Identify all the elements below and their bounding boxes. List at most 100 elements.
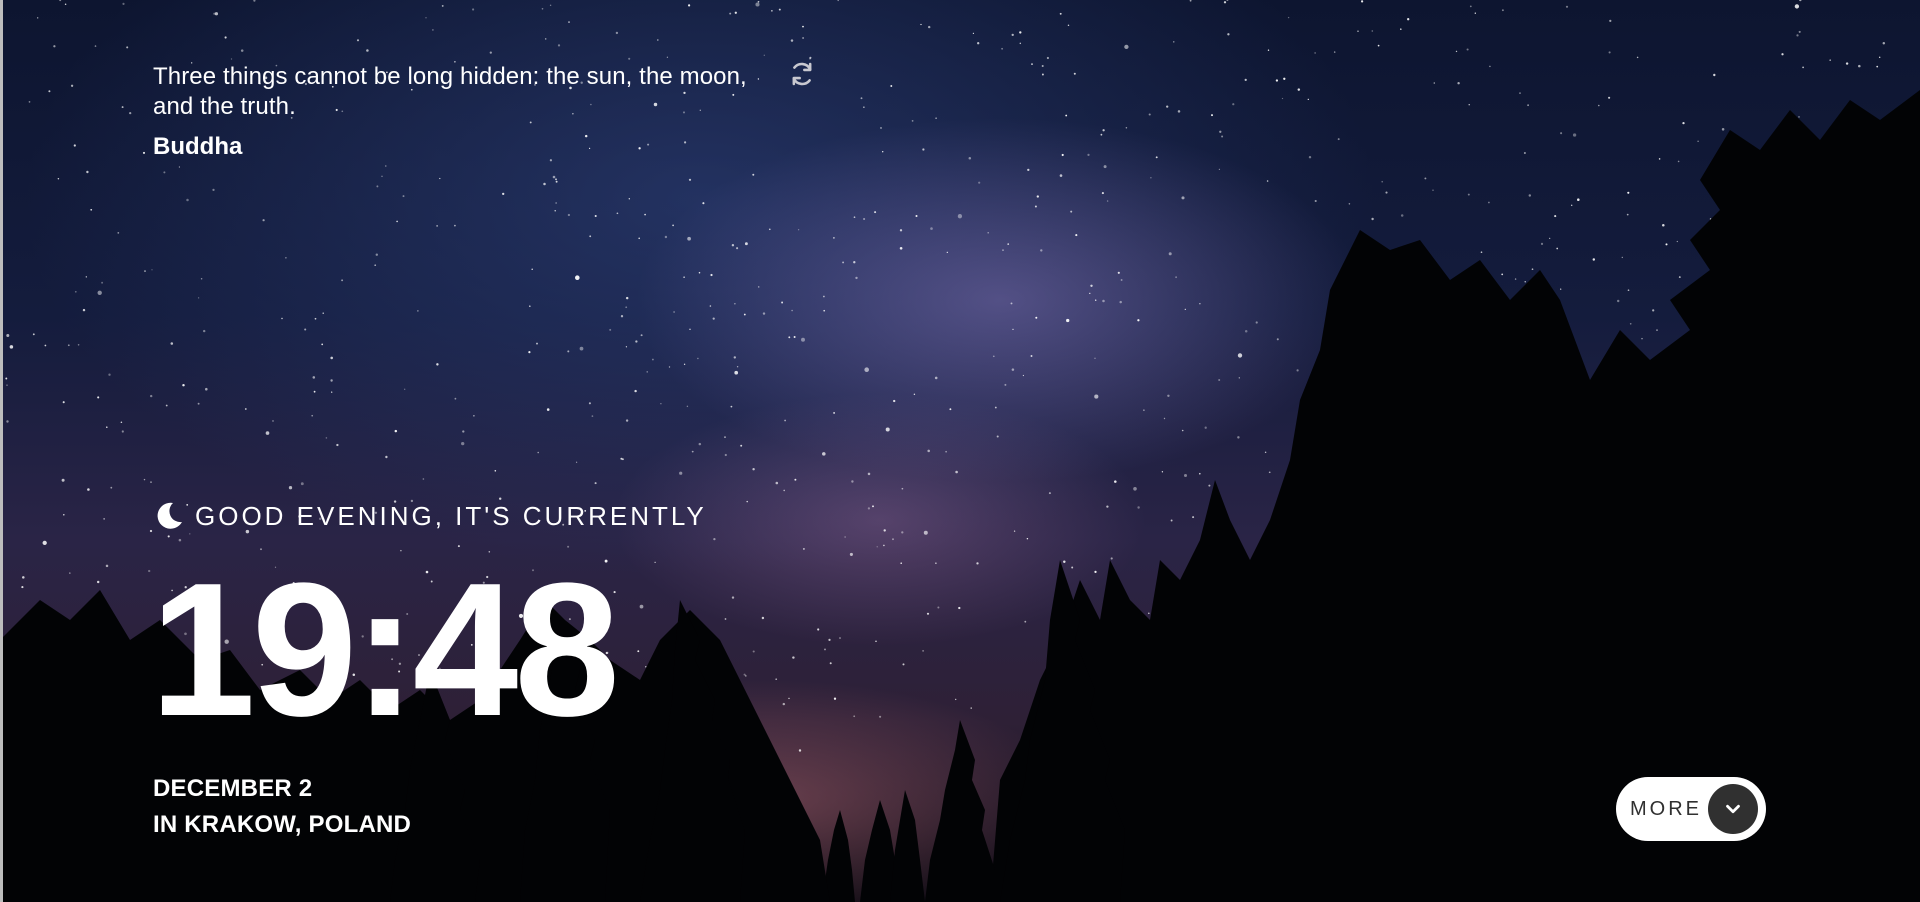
star — [1166, 105, 1169, 108]
star — [954, 698, 957, 701]
star — [182, 383, 185, 387]
star — [1560, 132, 1563, 135]
star — [1264, 451, 1267, 454]
star — [285, 257, 287, 259]
star — [673, 311, 676, 313]
star — [875, 640, 877, 643]
star — [1066, 318, 1070, 323]
star — [330, 356, 334, 360]
star — [1114, 480, 1117, 483]
star — [893, 399, 896, 403]
star — [436, 363, 439, 366]
star — [85, 276, 87, 278]
star — [1004, 383, 1007, 386]
star — [1034, 205, 1037, 208]
star — [1117, 271, 1120, 274]
star — [1170, 519, 1173, 522]
star — [1013, 530, 1016, 532]
star — [899, 246, 903, 250]
star — [1101, 192, 1104, 195]
star — [1283, 77, 1286, 80]
star — [1572, 133, 1577, 137]
star — [634, 389, 637, 393]
star — [801, 337, 805, 342]
star — [253, 0, 256, 2]
refresh-icon — [792, 62, 812, 86]
greeting: GOOD EVENING, IT'S CURRENTLY — [153, 500, 707, 532]
star — [330, 379, 333, 382]
star — [809, 56, 812, 59]
star — [844, 536, 846, 538]
star — [1219, 130, 1222, 133]
star — [1177, 110, 1181, 113]
quote-block: Three things cannot be long hidden: the … — [153, 62, 753, 162]
star — [1577, 198, 1580, 201]
star — [860, 97, 863, 100]
star — [121, 430, 124, 433]
star — [640, 334, 643, 337]
star — [1199, 472, 1201, 475]
star — [872, 505, 874, 508]
star — [331, 391, 333, 393]
star — [143, 478, 146, 481]
star — [77, 344, 80, 346]
star — [1102, 299, 1105, 303]
star — [74, 290, 77, 293]
star — [1845, 62, 1849, 65]
star — [6, 420, 9, 423]
star — [1063, 560, 1066, 563]
star — [341, 279, 344, 282]
star — [733, 356, 736, 359]
star — [1554, 215, 1557, 218]
star — [1244, 78, 1247, 82]
star — [763, 54, 765, 56]
star — [1221, 135, 1224, 138]
star — [1181, 429, 1184, 432]
star — [609, 328, 612, 331]
star — [1876, 65, 1879, 68]
more-button[interactable]: MORE — [1616, 777, 1766, 841]
star — [1059, 174, 1063, 177]
star — [802, 37, 805, 39]
star — [833, 411, 836, 414]
star — [1065, 114, 1068, 117]
star — [336, 443, 339, 447]
star — [1697, 140, 1699, 142]
star — [394, 429, 398, 433]
star — [1067, 24, 1070, 27]
star — [798, 749, 802, 752]
star — [628, 57, 631, 60]
star — [1641, 337, 1643, 340]
star — [683, 276, 685, 278]
star — [167, 535, 170, 538]
star — [48, 90, 51, 93]
star — [462, 430, 465, 433]
refresh-quote-button[interactable] — [788, 60, 816, 88]
star — [1218, 379, 1221, 381]
star — [170, 342, 174, 345]
star — [37, 17, 39, 19]
star — [1175, 276, 1177, 279]
star — [1371, 217, 1374, 221]
star — [1794, 4, 1800, 9]
star — [625, 419, 629, 422]
star — [178, 166, 181, 168]
star — [901, 487, 904, 490]
star — [144, 270, 146, 273]
star — [546, 408, 550, 411]
star — [683, 363, 686, 365]
star — [978, 181, 981, 184]
star — [1858, 64, 1861, 68]
star — [863, 106, 865, 108]
star — [752, 173, 755, 176]
star — [791, 309, 793, 312]
star — [788, 697, 790, 700]
star — [1627, 289, 1630, 292]
star — [1333, 51, 1336, 53]
chevron-down-icon — [1726, 804, 1740, 814]
star — [628, 198, 630, 200]
star — [744, 242, 748, 246]
star — [1799, 0, 1802, 2]
star — [691, 450, 694, 453]
star — [757, 78, 760, 80]
